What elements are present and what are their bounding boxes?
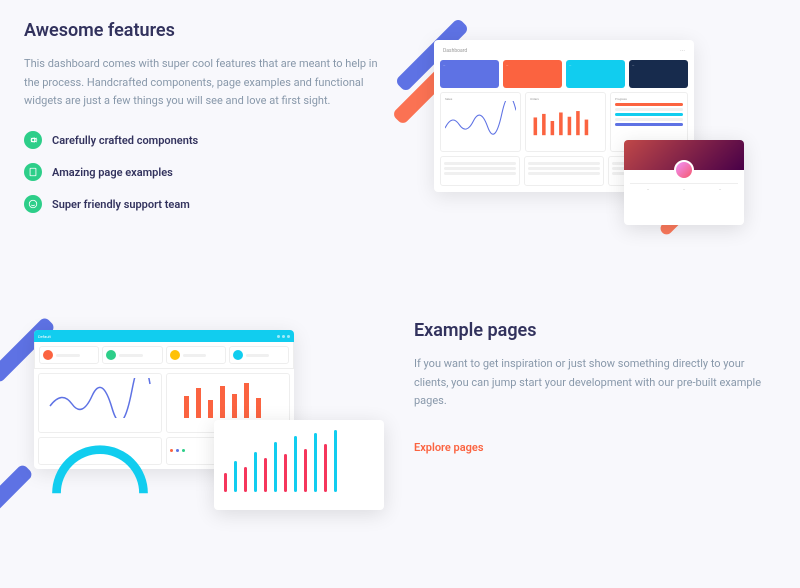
line-chart: Sales	[440, 92, 521, 152]
bar	[314, 433, 317, 492]
stat-card: —	[503, 60, 562, 88]
stat-card: —	[566, 60, 625, 88]
table-cell	[524, 156, 604, 186]
bar	[244, 467, 247, 492]
feature-item: Super friendly support team	[24, 195, 384, 213]
pages-text: Example pages If you want to get inspira…	[414, 320, 774, 455]
page-icon	[24, 163, 42, 181]
avatar	[674, 160, 694, 180]
bar	[284, 454, 287, 492]
stat-card	[166, 346, 226, 364]
bar	[264, 458, 267, 492]
feature-label: Super friendly support team	[52, 198, 190, 211]
table-cell	[440, 156, 520, 186]
feature-item: Carefully crafted components	[24, 131, 384, 149]
feature-item: Amazing page examples	[24, 163, 384, 181]
bar	[254, 452, 257, 492]
features-description: This dashboard comes with super cool fea…	[24, 55, 384, 111]
dashboard-header: Default	[34, 330, 294, 342]
line-chart	[38, 373, 162, 433]
profile-card: ———	[624, 140, 744, 225]
pages-description: If you want to get inspiration or just s…	[414, 355, 774, 411]
bar	[274, 442, 277, 492]
deco-bar	[0, 463, 34, 517]
pages-heading: Example pages	[414, 320, 774, 341]
dashboard-header: Dashboard⋯	[440, 46, 688, 56]
feature-list: Carefully crafted components Amazing pag…	[24, 131, 384, 213]
stat-card	[229, 346, 289, 364]
features-illustration: Dashboard⋯ — — — — Sales Orders Progress	[414, 20, 774, 240]
bar	[334, 430, 337, 492]
stat-card	[39, 346, 99, 364]
bar-chart: Orders	[525, 92, 606, 152]
bar	[234, 461, 237, 492]
pages-illustration: Default	[24, 320, 384, 530]
bar	[324, 444, 327, 492]
explore-pages-link[interactable]: Explore pages	[414, 441, 483, 454]
bar	[294, 436, 297, 492]
stat-card: —	[440, 60, 499, 88]
features-heading: Awesome features	[24, 20, 384, 41]
features-section: Awesome features This dashboard comes wi…	[0, 0, 800, 260]
features-text: Awesome features This dashboard comes wi…	[24, 20, 384, 227]
feature-label: Amazing page examples	[52, 166, 173, 179]
pages-section: Default	[0, 260, 800, 550]
bar	[224, 473, 227, 492]
stat-card	[102, 346, 162, 364]
stat-card: —	[629, 60, 688, 88]
feature-label: Carefully crafted components	[52, 134, 198, 147]
bar-chart-card	[214, 420, 384, 510]
smile-icon	[24, 195, 42, 213]
bar	[304, 449, 307, 492]
gauge-chart	[38, 437, 162, 465]
gear-icon	[24, 131, 42, 149]
